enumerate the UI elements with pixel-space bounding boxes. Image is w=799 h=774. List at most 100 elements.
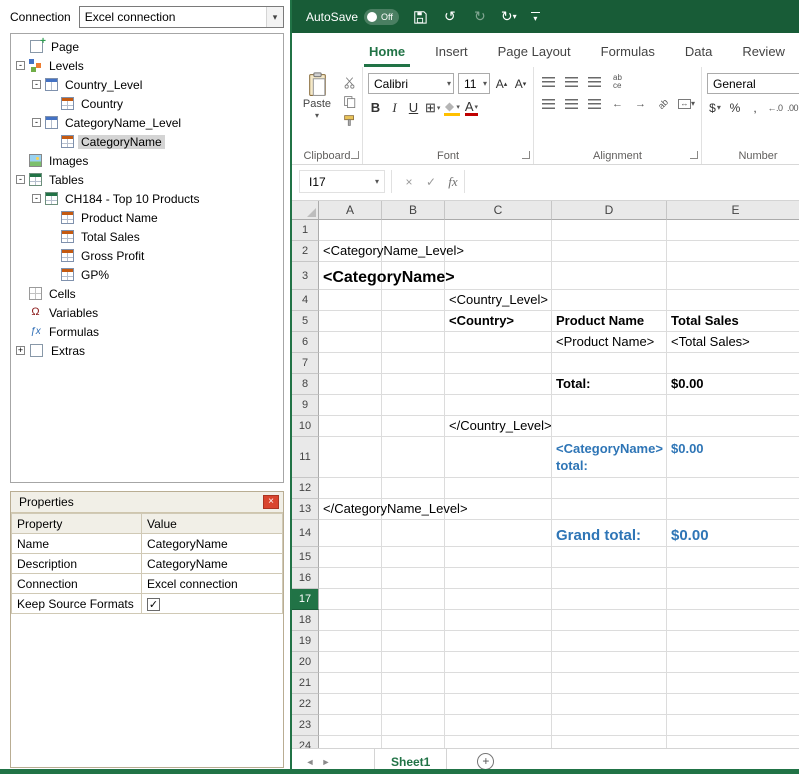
cell-A11[interactable] [319,437,382,478]
tree-item-images[interactable]: Images [11,151,283,170]
cell-E3[interactable] [667,262,799,290]
cell-B9[interactable] [382,395,445,416]
alignment-dialog-launcher[interactable] [690,151,698,159]
cell-A15[interactable] [319,547,382,568]
tree-item-gp[interactable]: GP% [11,265,283,284]
increase-decimal-button[interactable]: ←.0 [767,99,783,116]
tree-item-extras[interactable]: +Extras [11,341,283,360]
tree-item-product-name[interactable]: Product Name [11,208,283,227]
cell-E4[interactable] [667,290,799,311]
ribbon-tab-insert[interactable]: Insert [420,44,483,67]
cell-C21[interactable] [445,673,552,694]
ribbon-tab-page-layout[interactable]: Page Layout [483,44,586,67]
cell-D17[interactable] [552,589,667,610]
cell-B4[interactable] [382,290,445,311]
cell-E2[interactable] [667,241,799,262]
row-header-19[interactable]: 19 [292,631,319,652]
row-header-16[interactable]: 16 [292,568,319,589]
row-header-10[interactable]: 10 [292,416,319,437]
property-value[interactable]: CategoryName [142,534,283,554]
increase-indent-icon[interactable]: → [631,95,650,112]
tree-item-cells[interactable]: Cells [11,284,283,303]
cell-A12[interactable] [319,478,382,499]
cell-C9[interactable] [445,395,552,416]
column-header-e[interactable]: E [667,201,799,220]
cell-D5[interactable]: Product Name [552,311,667,332]
cell-D19[interactable] [552,631,667,652]
cell-D4[interactable] [552,290,667,311]
autosave-pill[interactable]: Off [364,9,399,25]
cell-C1[interactable] [445,220,552,241]
row-header-13[interactable]: 13 [292,499,319,520]
cell-D7[interactable] [552,353,667,374]
cell-E8[interactable]: $0.00 [667,374,799,395]
cell-D8[interactable]: Total: [552,374,667,395]
cell-C22[interactable] [445,694,552,715]
cell-A6[interactable] [319,332,382,353]
font-name-select[interactable]: Calibri ▾ [368,73,454,94]
tree-item-formulas[interactable]: Formulas [11,322,283,341]
cell-D15[interactable] [552,547,667,568]
formula-input[interactable] [464,170,799,193]
tree-item-categoryname-level[interactable]: -CategoryName_Level [11,113,283,132]
name-box[interactable]: I17 ▾ [299,170,385,193]
cell-B5[interactable] [382,311,445,332]
cell-C12[interactable] [445,478,552,499]
align-left-icon[interactable] [539,95,558,112]
cut-icon[interactable] [341,75,357,89]
connection-select[interactable]: Excel connection ▾ [79,6,284,28]
cell-A9[interactable] [319,395,382,416]
cell-B19[interactable] [382,631,445,652]
tree-item-gross-profit[interactable]: Gross Profit [11,246,283,265]
row-header-7[interactable]: 7 [292,353,319,374]
cell-B14[interactable] [382,520,445,547]
cell-E9[interactable] [667,395,799,416]
redo-icon[interactable]: ↻ [471,8,489,26]
percent-style-button[interactable]: % [727,99,743,116]
row-header-2[interactable]: 2 [292,241,319,262]
ribbon-tab-data[interactable]: Data [670,44,727,67]
cell-E23[interactable] [667,715,799,736]
cell-E18[interactable] [667,610,799,631]
tree-item-page[interactable]: Page [11,37,283,56]
cell-D2[interactable] [552,241,667,262]
accounting-format-button[interactable]: $▾ [707,99,723,116]
cell-B16[interactable] [382,568,445,589]
cell-B23[interactable] [382,715,445,736]
collapse-icon[interactable]: - [16,61,25,70]
cell-D3[interactable] [552,262,667,290]
row-header-6[interactable]: 6 [292,332,319,353]
cell-C8[interactable] [445,374,552,395]
row-header-18[interactable]: 18 [292,610,319,631]
row-header-12[interactable]: 12 [292,478,319,499]
chevron-down-icon[interactable]: ▾ [266,7,283,27]
column-header-a[interactable]: A [319,201,382,220]
insert-function-icon[interactable]: fx [442,174,464,190]
refresh-icon[interactable]: ↻▾ [501,8,519,26]
cell-B8[interactable] [382,374,445,395]
cell-A23[interactable] [319,715,382,736]
comma-style-button[interactable]: , [747,99,763,116]
new-sheet-icon[interactable]: + [477,753,494,770]
cell-D13[interactable] [552,499,667,520]
sheet-nav-left-icon[interactable]: ◄ [302,757,318,767]
cell-E11[interactable]: $0.00 [667,437,799,478]
cell-C17[interactable] [445,589,552,610]
fill-color-button[interactable]: ▾ [444,99,460,116]
cell-B15[interactable] [382,547,445,568]
increase-font-size-button[interactable]: A▴ [494,75,509,92]
cell-B6[interactable] [382,332,445,353]
cell-B10[interactable] [382,416,445,437]
collapse-icon[interactable]: - [32,80,41,89]
cell-D10[interactable] [552,416,667,437]
cell-B1[interactable] [382,220,445,241]
cell-A2[interactable]: <CategoryName_Level> [319,241,382,262]
cell-B7[interactable] [382,353,445,374]
cell-B12[interactable] [382,478,445,499]
font-color-button[interactable]: A▾ [464,99,479,116]
font-size-select[interactable]: 11 ▾ [458,73,490,94]
cancel-icon[interactable]: × [398,175,420,189]
cell-E22[interactable] [667,694,799,715]
paste-button[interactable]: Paste ▾ [297,70,337,147]
ribbon-tab-formulas[interactable]: Formulas [586,44,670,67]
